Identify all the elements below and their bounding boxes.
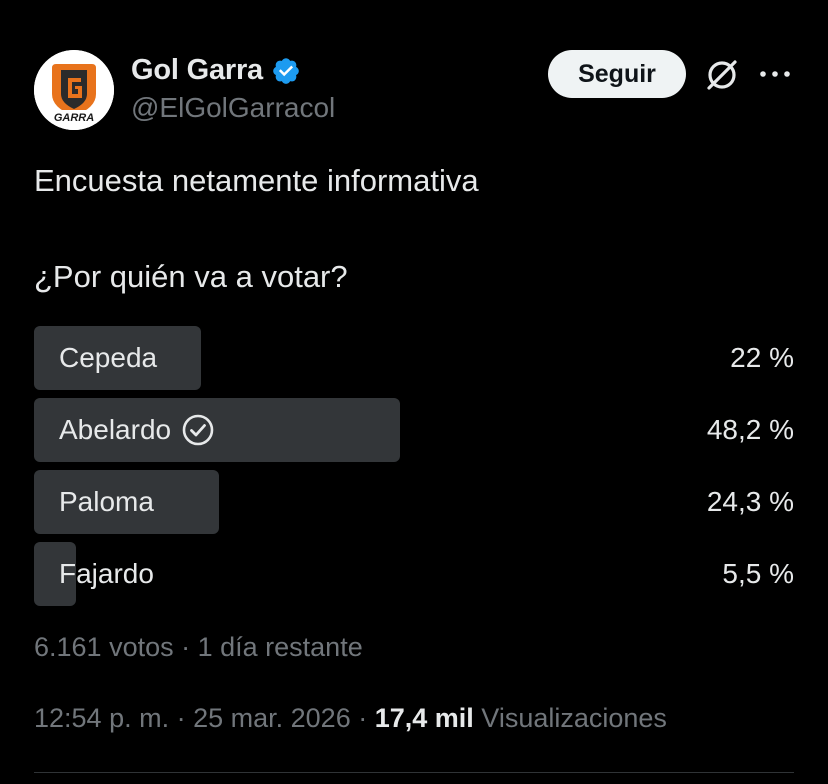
check-circle-icon (182, 414, 214, 446)
poll-option-percent: 24,3 % (706, 486, 794, 517)
views-count: 17,4 mil (374, 703, 474, 733)
separator: · (169, 703, 194, 733)
avatar-text: GARRA (54, 112, 94, 124)
avatar[interactable]: GARRA (34, 50, 114, 130)
author-display-name[interactable]: Gol Garra (131, 54, 263, 87)
poll-question: ¿Por quién va a votar? (34, 259, 348, 294)
poll-option-percent: 22 % (730, 342, 794, 373)
poll-remaining: 1 día restante (197, 632, 363, 662)
poll-option-label: Cepeda (59, 326, 157, 390)
poll-option-label: Abelardo (59, 398, 215, 462)
author-name-row: Gol Garra (131, 54, 301, 87)
poll-option-cepeda: Cepeda 22 % (34, 326, 794, 390)
poll-option-paloma: Paloma 24,3 % (34, 470, 794, 534)
grok-icon[interactable] (702, 55, 742, 95)
views-label: Visualizaciones (481, 703, 667, 733)
poll-option-abelardo: Abelardo 48,2 % (34, 398, 794, 462)
poll-option-label-text: Cepeda (59, 342, 158, 373)
separator: · (350, 703, 375, 733)
tweet-time[interactable]: 12:54 p. m. (34, 703, 169, 733)
more-icon[interactable] (757, 62, 793, 86)
divider (34, 772, 794, 773)
tweet-text: Encuesta netamente informativa (34, 163, 479, 198)
poll-option-label-text: Fajardo (59, 558, 154, 589)
tweet-meta: 12:54 p. m. · 25 mar. 2026 · 17,4 mil Vi… (34, 703, 667, 734)
follow-button[interactable]: Seguir (548, 50, 686, 98)
poll-option-label-text: Abelardo (59, 414, 172, 445)
poll-option-percent: 5,5 % (722, 558, 794, 589)
poll-option-label-text: Paloma (59, 486, 154, 517)
separator: · (173, 632, 198, 662)
poll-option-label: Fajardo (59, 542, 154, 606)
verified-badge-icon (273, 57, 299, 84)
tweet-date[interactable]: 25 mar. 2026 (193, 703, 351, 733)
poll: Cepeda 22 % Abelardo 48,2 % Paloma 24,3 … (34, 326, 794, 614)
poll-meta: 6.161 votos · 1 día restante (34, 632, 363, 663)
poll-option-label: Paloma (59, 470, 154, 534)
poll-option-fajardo: Fajardo 5,5 % (34, 542, 794, 606)
poll-option-percent: 48,2 % (706, 414, 794, 445)
poll-votes: 6.161 votos (34, 632, 174, 662)
author-handle[interactable]: @ElGolGarracol (131, 92, 335, 124)
